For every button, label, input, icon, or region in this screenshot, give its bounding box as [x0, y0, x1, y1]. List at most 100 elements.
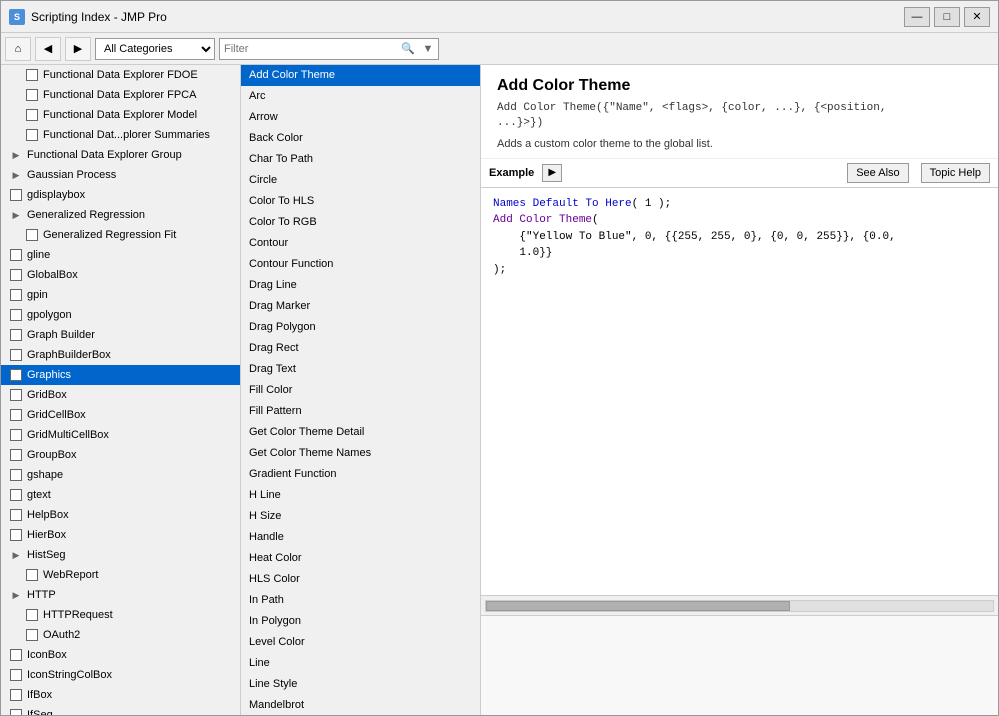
horizontal-scrollbar[interactable] [485, 600, 994, 612]
see-also-button[interactable]: See Also [847, 163, 908, 183]
left-item-generalized-regression-fit[interactable]: Generalized Regression Fit [1, 225, 240, 245]
left-item-gridbox[interactable]: GridBox [1, 385, 240, 405]
left-item-label-groupbox: GroupBox [27, 447, 77, 463]
topic-help-button[interactable]: Topic Help [921, 163, 990, 183]
left-item-iconstringcolbox[interactable]: IconStringColBox [1, 665, 240, 685]
middle-item-color-to-hls[interactable]: Color To HLS [241, 191, 480, 212]
left-item-generalized-regression[interactable]: ▶Generalized Regression [1, 205, 240, 225]
back-button[interactable]: ◀ [35, 37, 61, 61]
middle-item-in-polygon[interactable]: In Polygon [241, 611, 480, 632]
middle-item-circle[interactable]: Circle [241, 170, 480, 191]
middle-item-label-in-path: In Path [249, 594, 284, 606]
middle-item-level-color[interactable]: Level Color [241, 632, 480, 653]
middle-item-mandelbrot[interactable]: Mandelbrot [241, 695, 480, 715]
middle-item-arc[interactable]: Arc [241, 86, 480, 107]
left-item-graph-builder[interactable]: Graph Builder [1, 325, 240, 345]
middle-item-drag-rect[interactable]: Drag Rect [241, 338, 480, 359]
left-item-functional-data-model[interactable]: Functional Data Explorer Model [1, 105, 240, 125]
middle-item-h-line[interactable]: H Line [241, 485, 480, 506]
left-item-graphbuilderbox[interactable]: GraphBuilderBox [1, 345, 240, 365]
middle-item-fill-color[interactable]: Fill Color [241, 380, 480, 401]
left-item-gline[interactable]: gline [1, 245, 240, 265]
middle-item-contour[interactable]: Contour [241, 233, 480, 254]
code-span-3: Add Color Theme [493, 214, 592, 226]
left-item-histseg[interactable]: ▶HistSeg [1, 545, 240, 565]
middle-item-drag-text[interactable]: Drag Text [241, 359, 480, 380]
middle-item-fill-pattern[interactable]: Fill Pattern [241, 401, 480, 422]
forward-button[interactable]: ▶ [65, 37, 91, 61]
left-item-helpbox[interactable]: HelpBox [1, 505, 240, 525]
left-item-hierbox[interactable]: HierBox [1, 525, 240, 545]
left-item-gpin[interactable]: gpin [1, 285, 240, 305]
middle-item-get-color-theme-names[interactable]: Get Color Theme Names [241, 443, 480, 464]
left-item-gaussian-process[interactable]: ▶Gaussian Process [1, 165, 240, 185]
left-item-label-webreport: WebReport [43, 567, 98, 583]
left-item-gridcellbox[interactable]: GridCellBox [1, 405, 240, 425]
run-button[interactable]: ▶ [542, 164, 562, 182]
left-item-webreport[interactable]: WebReport [1, 565, 240, 585]
left-item-functional-data-fpca[interactable]: Functional Data Explorer FPCA [1, 85, 240, 105]
category-dropdown[interactable]: All Categories [95, 38, 215, 60]
left-item-httprequest[interactable]: HTTPRequest [1, 605, 240, 625]
maximize-button[interactable]: □ [934, 7, 960, 27]
right-syntax: Add Color Theme({"Name", <flags>, {color… [497, 101, 982, 132]
left-item-functional-data-group[interactable]: ▶Functional Data Explorer Group [1, 145, 240, 165]
middle-item-heat-color[interactable]: Heat Color [241, 548, 480, 569]
left-item-gpolygon[interactable]: gpolygon [1, 305, 240, 325]
left-item-gdisplaybox[interactable]: gdisplaybox [1, 185, 240, 205]
left-item-oauth2[interactable]: OAuth2 [1, 625, 240, 645]
left-item-graphics[interactable]: Graphics [1, 365, 240, 385]
left-item-ifbox[interactable]: IfBox [1, 685, 240, 705]
middle-item-hls-color[interactable]: HLS Color [241, 569, 480, 590]
left-item-gridmulticellbox[interactable]: GridMultiCellBox [1, 425, 240, 445]
item-icon-oauth2 [25, 628, 39, 642]
search-input[interactable] [220, 43, 398, 55]
middle-item-label-arrow: Arrow [249, 111, 278, 123]
left-item-http[interactable]: ▶HTTP [1, 585, 240, 605]
item-icon-functional-data-summaries [25, 128, 39, 142]
item-icon-graph-builder [9, 328, 23, 342]
middle-item-line-style[interactable]: Line Style [241, 674, 480, 695]
item-icon-generalized-regression-fit [25, 228, 39, 242]
middle-item-in-path[interactable]: In Path [241, 590, 480, 611]
middle-item-line[interactable]: Line [241, 653, 480, 674]
minimize-button[interactable]: — [904, 7, 930, 27]
window-controls: — □ ✕ [904, 7, 990, 27]
item-icon-gridbox [9, 388, 23, 402]
middle-item-color-to-rgb[interactable]: Color To RGB [241, 212, 480, 233]
title-bar: S Scripting Index - JMP Pro — □ ✕ [1, 1, 998, 33]
item-icon-ifbox [9, 688, 23, 702]
middle-item-arrow[interactable]: Arrow [241, 107, 480, 128]
middle-item-contour-function[interactable]: Contour Function [241, 254, 480, 275]
left-item-gshape[interactable]: gshape [1, 465, 240, 485]
left-item-globalbox[interactable]: GlobalBox [1, 265, 240, 285]
item-icon-webreport [25, 568, 39, 582]
search-button[interactable]: 🔍 [398, 39, 418, 59]
middle-item-label-in-polygon: In Polygon [249, 615, 301, 627]
left-item-functional-data-fdoe[interactable]: Functional Data Explorer FDOE [1, 65, 240, 85]
middle-item-gradient-function[interactable]: Gradient Function [241, 464, 480, 485]
code-line-5: ); [493, 262, 986, 279]
left-item-functional-data-summaries[interactable]: Functional Dat...plorer Summaries [1, 125, 240, 145]
middle-item-get-color-theme-detail[interactable]: Get Color Theme Detail [241, 422, 480, 443]
left-item-gtext[interactable]: gtext [1, 485, 240, 505]
middle-item-label-mandelbrot: Mandelbrot [249, 699, 304, 711]
middle-item-back-color[interactable]: Back Color [241, 128, 480, 149]
left-item-groupbox[interactable]: GroupBox [1, 445, 240, 465]
item-icon-gridmulticellbox [9, 428, 23, 442]
search-dropdown-button[interactable]: ▼ [418, 39, 438, 59]
middle-item-drag-marker[interactable]: Drag Marker [241, 296, 480, 317]
middle-item-char-to-path[interactable]: Char To Path [241, 149, 480, 170]
middle-item-h-size[interactable]: H Size [241, 506, 480, 527]
left-item-ifseg[interactable]: IfSeg [1, 705, 240, 715]
middle-item-drag-polygon[interactable]: Drag Polygon [241, 317, 480, 338]
middle-item-label-drag-marker: Drag Marker [249, 300, 310, 312]
middle-item-drag-line[interactable]: Drag Line [241, 275, 480, 296]
home-button[interactable]: ⌂ [5, 37, 31, 61]
middle-item-add-color-theme[interactable]: Add Color Theme [241, 65, 480, 86]
left-item-iconbox[interactable]: IconBox [1, 645, 240, 665]
left-item-label-globalbox: GlobalBox [27, 267, 78, 283]
middle-item-handle[interactable]: Handle [241, 527, 480, 548]
close-button[interactable]: ✕ [964, 7, 990, 27]
middle-item-label-line: Line [249, 657, 270, 669]
